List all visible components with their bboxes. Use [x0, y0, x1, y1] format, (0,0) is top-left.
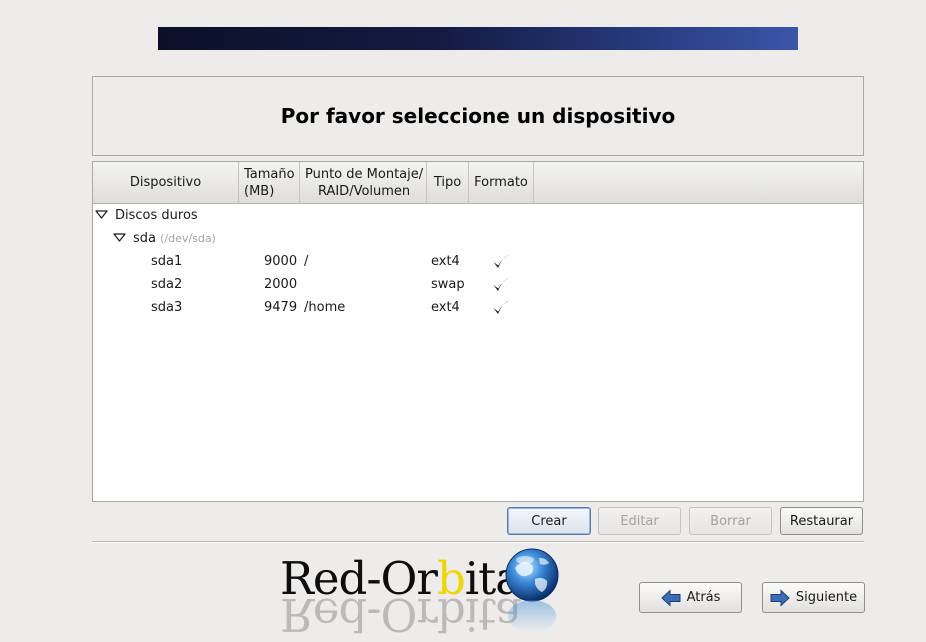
expander-down-icon[interactable] [113, 233, 126, 243]
next-button[interactable]: Siguiente [762, 582, 865, 613]
partition-type: ext4 [431, 254, 460, 269]
create-button[interactable]: Crear [507, 507, 591, 535]
delete-button[interactable]: Borrar [689, 507, 772, 535]
arrow-right-icon [770, 588, 790, 607]
partition-size: 9479 [264, 300, 298, 315]
arrow-left-icon [660, 588, 681, 607]
partition-mount: /home [304, 300, 346, 315]
partition-type: ext4 [431, 300, 460, 315]
globe-icon [505, 548, 559, 632]
expander-down-icon[interactable] [95, 210, 108, 220]
disk-name: sda (/dev/sda) [133, 231, 216, 246]
table-row[interactable]: sda1 9000 / ext4 [93, 250, 863, 273]
tree-row-disk[interactable]: sda (/dev/sda) [93, 227, 863, 250]
partition-device: sda3 [151, 300, 183, 315]
checkmark-icon [492, 276, 510, 293]
logo-reflection: Red-Orbita [280, 588, 522, 641]
group-label: Discos duros [115, 208, 198, 223]
table-row[interactable]: sda3 9479 /home ext4 [93, 296, 863, 319]
column-header-mount[interactable]: Punto de Montaje/RAID/Volumen [300, 162, 427, 203]
table-row[interactable]: sda2 2000 swap [93, 273, 863, 296]
partition-size: 2000 [264, 277, 298, 292]
create-button-label: Crear [531, 513, 567, 529]
reset-button-label: Restaurar [789, 513, 854, 529]
column-header-mount-label: Punto de Montaje/RAID/Volumen [305, 166, 424, 199]
checkmark-icon [492, 253, 510, 270]
divider [92, 541, 864, 543]
logo: Red-Orbita Red-Orbita [278, 546, 563, 641]
column-header-type[interactable]: Tipo [427, 162, 469, 203]
column-header-size-label: Tamaño (MB) [244, 166, 295, 199]
column-header-size[interactable]: Tamaño (MB) [239, 162, 300, 203]
edit-button-label: Editar [620, 513, 659, 529]
header-banner [158, 27, 798, 50]
column-header-format-label: Formato [474, 175, 528, 190]
back-button[interactable]: Atrás [639, 582, 742, 613]
partition-type: swap [431, 277, 465, 292]
column-header-format[interactable]: Formato [469, 162, 534, 203]
page-title: Por favor seleccione un dispositivo [280, 104, 676, 128]
device-tree[interactable]: Dispositivo Tamaño (MB) Punto de Montaje/… [92, 161, 864, 502]
edit-button[interactable]: Editar [598, 507, 681, 535]
delete-button-label: Borrar [710, 513, 751, 529]
tree-row-group[interactable]: Discos duros [93, 204, 863, 227]
partition-device: sda1 [151, 254, 183, 269]
partition-mount: / [304, 254, 309, 269]
checkmark-icon [492, 299, 510, 316]
title-panel: Por favor seleccione un dispositivo [92, 76, 864, 156]
reset-button[interactable]: Restaurar [780, 507, 863, 535]
column-header-device-label: Dispositivo [129, 175, 202, 190]
next-button-label: Siguiente [795, 590, 858, 605]
disk-path: (/dev/sda) [160, 232, 216, 245]
table-header: Dispositivo Tamaño (MB) Punto de Montaje/… [93, 162, 863, 204]
back-button-label: Atrás [686, 590, 721, 605]
partition-size: 9000 [264, 254, 298, 269]
column-header-device[interactable]: Dispositivo [93, 162, 239, 203]
partition-device: sda2 [151, 277, 183, 292]
column-header-type-label: Tipo [433, 175, 462, 190]
